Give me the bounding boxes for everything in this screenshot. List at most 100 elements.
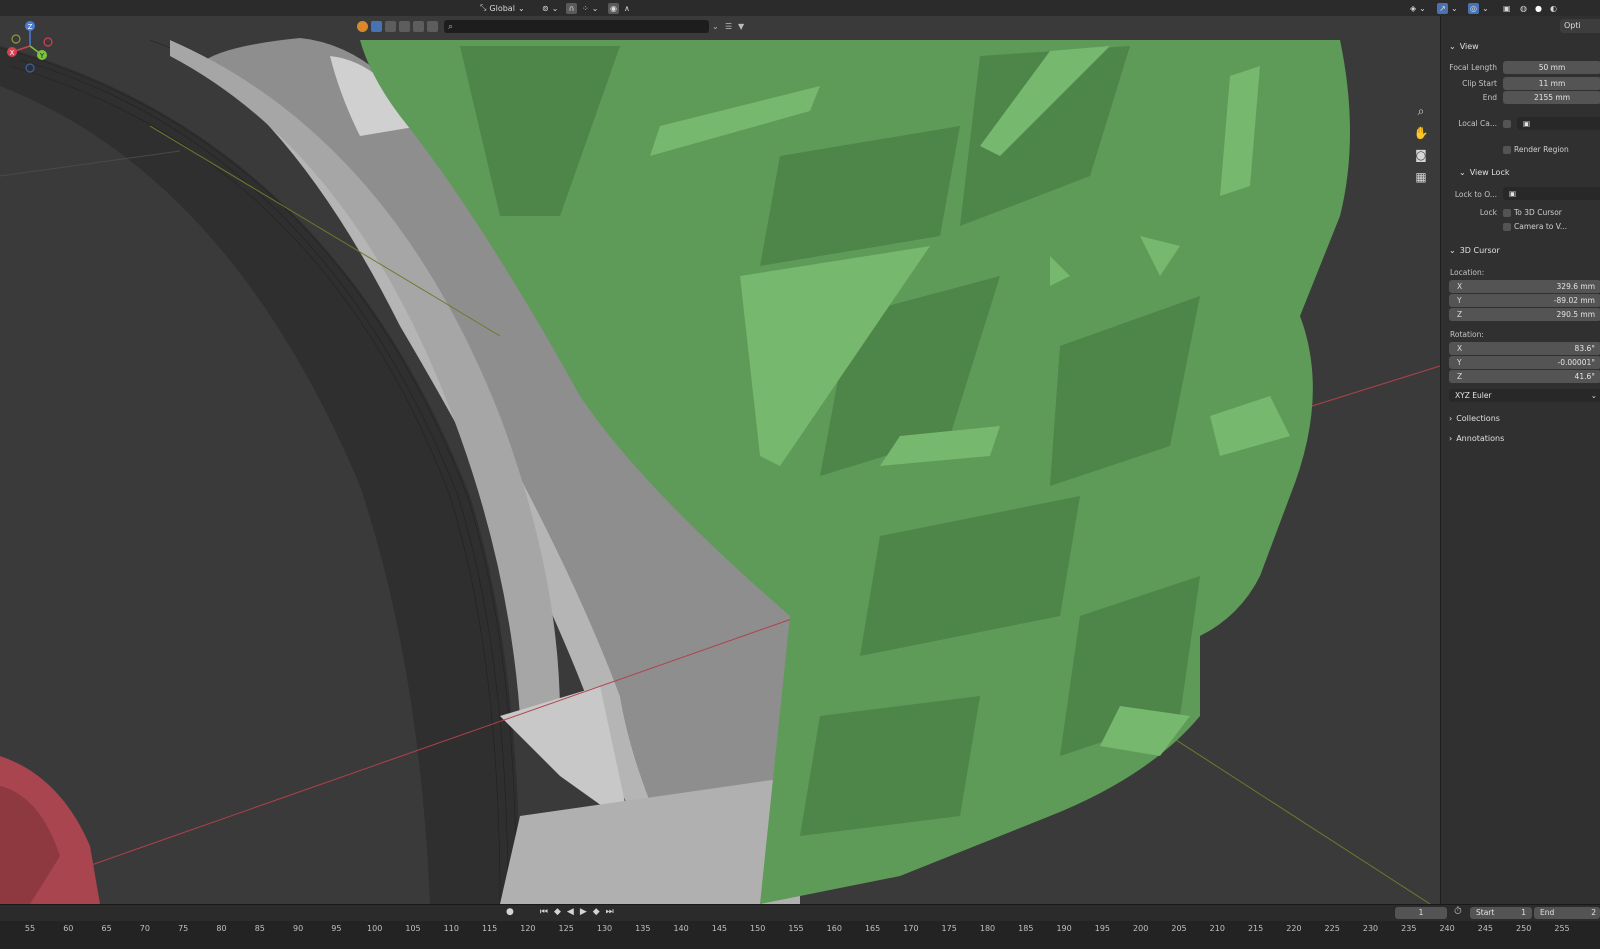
playback-controls: ● ⏮ ◆ ◀ ▶ ◆ ⏭ [506, 907, 614, 917]
rotation-mode-value: XYZ Euler [1455, 391, 1492, 400]
navigation-gizmo[interactable]: Z X Y [0, 16, 60, 76]
local-camera-label: Local Ca... [1458, 119, 1497, 128]
to-3d-cursor-label: To 3D Cursor [1514, 208, 1562, 217]
view-section-title: View [1459, 42, 1479, 51]
timeline-tick: 85 [254, 924, 265, 933]
play-reverse-icon[interactable]: ◀ [567, 907, 574, 917]
timeline-tick: 90 [293, 924, 304, 933]
select-intersect-icon[interactable] [427, 21, 438, 32]
cursor-location-z-field[interactable]: Z 290.5 mm [1449, 308, 1600, 321]
cursor-location-x-field[interactable]: X 329.6 mm [1449, 280, 1600, 293]
visibility-dropdown[interactable]: ◈ ⌄ [1410, 2, 1426, 14]
local-camera-field[interactable]: ▣ [1517, 117, 1600, 130]
search-input[interactable]: ⌕ [444, 20, 709, 33]
cursor-rotation-z-value: 41.6° [1574, 372, 1595, 381]
overlays-toggle[interactable]: ◎ ⌄ [1468, 2, 1489, 14]
zoom-icon[interactable]: ⌕ [1410, 102, 1432, 120]
chevron-right-icon: › [1449, 414, 1453, 423]
play-icon[interactable]: ▶ [580, 907, 587, 917]
lock-to-cursor-checkbox[interactable] [1503, 209, 1511, 217]
location-label: Location: [1450, 268, 1485, 277]
cursor-rotation-y-field[interactable]: Y -0.00001° [1449, 356, 1600, 369]
shading-material-button[interactable]: ◐ [1550, 2, 1557, 14]
shading-wireframe-button[interactable]: ◍ [1520, 2, 1527, 14]
outliner-filter-icon[interactable]: ☰ [725, 21, 735, 33]
pivot-point-dropdown[interactable]: ⊚ ⌄ [542, 2, 558, 14]
auto-keying-icon[interactable]: ● [506, 907, 514, 917]
end-label: End [1540, 908, 1555, 917]
tab-options[interactable]: Opti [1560, 19, 1600, 33]
cursor-rotation-z-field[interactable]: Z 41.6° [1449, 370, 1600, 383]
timeline-tick: 145 [711, 924, 728, 933]
preview-range-icon[interactable]: ⏱ [1454, 906, 1462, 917]
perspective-grid-icon[interactable]: ▦ [1410, 168, 1432, 186]
timeline-tick: 155 [788, 924, 804, 933]
camera-to-view-checkbox[interactable] [1503, 223, 1511, 231]
local-camera-checkbox[interactable] [1503, 120, 1511, 128]
clip-end-field[interactable]: 2155 mm [1503, 91, 1600, 104]
cursor-rotation-x-field[interactable]: X 83.6° [1449, 342, 1600, 355]
pivot-icon: ⊚ [542, 3, 549, 13]
annotations-section-header[interactable]: › Annotations [1449, 434, 1504, 443]
timeline-tick: 250 [1516, 924, 1532, 933]
axis-z-label: Z [1457, 310, 1463, 319]
timeline-tick: 170 [903, 924, 919, 933]
wireframe-shading-icon: ◍ [1520, 3, 1527, 13]
gizmo-neg-y-handle [11, 34, 21, 44]
select-subtract-icon[interactable] [399, 21, 410, 32]
camera-view-icon[interactable]: ◙ [1410, 146, 1432, 164]
filter-icon[interactable]: ▼ [738, 21, 748, 33]
timeline-tick: 135 [635, 924, 651, 933]
timeline-tick: 115 [481, 924, 498, 933]
collections-section-header[interactable]: › Collections [1449, 414, 1500, 423]
focal-length-field[interactable]: 50 mm [1503, 61, 1600, 74]
lock-label: Lock [1479, 208, 1497, 217]
gizmo-toggle[interactable]: ↗ ⌄ [1437, 2, 1458, 14]
object-icon: ▣ [1509, 189, 1517, 198]
view-lock-section-header[interactable]: ⌄ View Lock [1459, 168, 1509, 177]
snap-toggle[interactable]: ∩ [566, 2, 577, 14]
jump-start-icon[interactable]: ⏮ [540, 907, 548, 917]
gizmo-z-label: Z [28, 23, 33, 31]
pan-hand-icon[interactable]: ✋ [1410, 124, 1432, 142]
timeline-tick: 70 [139, 924, 150, 933]
lock-to-object-field[interactable]: ▣ [1503, 187, 1600, 200]
snap-target-dropdown[interactable]: ⁘ ⌄ [582, 2, 598, 14]
orientation-label: Global [489, 3, 515, 13]
chevron-down-icon[interactable]: ⌄ [712, 21, 722, 33]
xray-toggle[interactable]: ▣ [1503, 2, 1511, 14]
clip-start-field[interactable]: 11 mm [1503, 77, 1600, 90]
cursor-location-x-value: 329.6 mm [1556, 282, 1595, 291]
timeline-tick: 210 [1209, 924, 1225, 933]
start-frame-field[interactable]: Start 1 [1470, 907, 1532, 919]
transform-orientation-dropdown[interactable]: ⤡ Global ⌄ [480, 2, 525, 14]
cursor-location-y-field[interactable]: Y -89.02 mm [1449, 294, 1600, 307]
falloff-dropdown[interactable]: ∧ [624, 2, 630, 14]
render-region-checkbox[interactable] [1503, 146, 1511, 154]
proportional-edit-toggle[interactable]: ◉ [608, 2, 619, 14]
3d-cursor-section-header[interactable]: ⌄ 3D Cursor [1449, 246, 1500, 255]
falloff-curve-icon: ∧ [624, 3, 630, 13]
timeline-ruler[interactable]: 55 60 65 70 75 80 85 90 95 100 105 110 115 120 125 130 1… [0, 921, 1600, 949]
select-extend-icon[interactable] [385, 21, 396, 32]
rotation-mode-dropdown[interactable]: XYZ Euler ⌄ [1449, 389, 1600, 402]
select-invert-icon[interactable] [413, 21, 424, 32]
3d-viewport[interactable]: ⌕ ⌄ ☰ ▼ Z X Y ⌕ ✋ ◙ ▦ [0, 16, 1440, 904]
current-frame-field[interactable]: 1 [1395, 907, 1447, 919]
timeline-tick: 55 [24, 924, 36, 933]
next-keyframe-icon[interactable]: ◆ [593, 907, 600, 917]
chevron-down-icon: ⌄ [1419, 3, 1426, 13]
select-box-icon[interactable] [371, 21, 382, 32]
axis-y-label: Y [1457, 296, 1462, 305]
shading-solid-button[interactable]: ● [1535, 2, 1542, 14]
start-label: Start [1476, 908, 1495, 917]
timeline-tick: 105 [405, 924, 421, 933]
timeline-tick: 110 [443, 924, 459, 933]
mode-color-icon[interactable] [357, 21, 368, 32]
end-frame-field[interactable]: End 2 [1534, 907, 1600, 919]
chevron-down-icon: ⌄ [551, 3, 559, 13]
jump-end-icon[interactable]: ⏭ [606, 907, 614, 917]
view-section-header[interactable]: ⌄ View [1449, 42, 1479, 51]
gizmo-x-label: X [10, 49, 15, 57]
prev-keyframe-icon[interactable]: ◆ [554, 907, 561, 917]
